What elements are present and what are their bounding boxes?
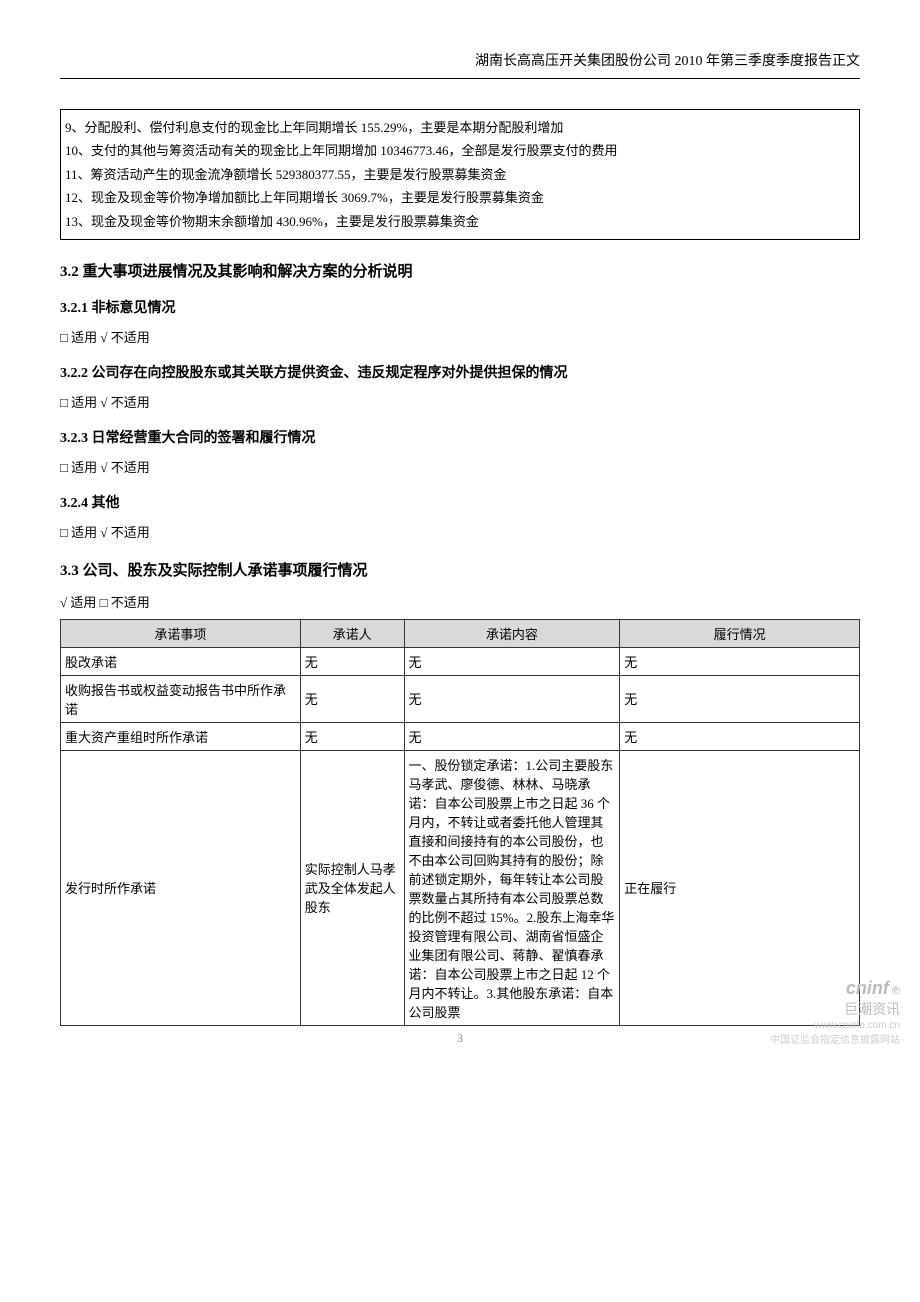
table-row: 发行时所作承诺 实际控制人马孝武及全体发起人股东 一、股份锁定承诺：1.公司主要… bbox=[61, 750, 860, 1025]
box-line: 11、筹资活动产生的现金流净额增长 529380377.55，主要是发行股票募集… bbox=[65, 163, 855, 186]
table-cell: 无 bbox=[620, 647, 860, 675]
watermark-url: www.cninfo.com.cn bbox=[814, 1020, 900, 1031]
box-line: 13、现金及现金等价物期末余额增加 430.96%，主要是发行股票募集资金 bbox=[65, 210, 855, 233]
box-line: 10、支付的其他与筹资活动有关的现金比上年同期增加 10346773.46，全部… bbox=[65, 139, 855, 162]
table-cell: 一、股份锁定承诺：1.公司主要股东马孝武、廖俊德、林林、马晓承诺：自本公司股票上… bbox=[404, 750, 620, 1025]
table-cell: 无 bbox=[620, 722, 860, 750]
section-3-2-4-title: 3.2.4 其他 bbox=[60, 492, 860, 512]
page-number: 3 bbox=[457, 1031, 463, 1046]
table-cell: 无 bbox=[404, 647, 620, 675]
section-3-2-title: 3.2 重大事项进展情况及其影响和解决方案的分析说明 bbox=[60, 260, 860, 281]
watermark-logo-icon: ℗ bbox=[892, 985, 900, 997]
watermark: cninf ℗ 巨潮资讯 www.cninfo.com.cn 中国证监会指定信息… bbox=[770, 978, 900, 1046]
box-line: 9、分配股利、偿付利息支付的现金比上年同期增长 155.29%，主要是本期分配股… bbox=[65, 116, 855, 139]
section-3-2-2-title: 3.2.2 公司存在向控股股东或其关联方提供资金、违反规定程序对外提供担保的情况 bbox=[60, 362, 860, 382]
section-3-3-title: 3.3 公司、股东及实际控制人承诺事项履行情况 bbox=[60, 559, 860, 580]
applicable-status: □ 适用 √ 不适用 bbox=[60, 392, 860, 411]
analysis-box: 9、分配股利、偿付利息支付的现金比上年同期增长 155.29%，主要是本期分配股… bbox=[60, 109, 860, 240]
table-cell: 重大资产重组时所作承诺 bbox=[61, 722, 301, 750]
table-row: 收购报告书或权益变动报告书中所作承诺 无 无 无 bbox=[61, 675, 860, 722]
applicable-status: √ 适用 □ 不适用 bbox=[60, 592, 860, 611]
box-line: 12、现金及现金等价物净增加额比上年同期增长 3069.7%，主要是发行股票募集… bbox=[65, 186, 855, 209]
table-cell: 无 bbox=[300, 675, 404, 722]
table-cell: 无 bbox=[404, 722, 620, 750]
applicable-status: □ 适用 √ 不适用 bbox=[60, 457, 860, 476]
section-3-2-1-title: 3.2.1 非标意见情况 bbox=[60, 297, 860, 317]
table-header: 履行情况 bbox=[620, 619, 860, 647]
table-header-row: 承诺事项 承诺人 承诺内容 履行情况 bbox=[61, 619, 860, 647]
table-cell: 无 bbox=[300, 647, 404, 675]
table-cell: 无 bbox=[404, 675, 620, 722]
table-row: 股改承诺 无 无 无 bbox=[61, 647, 860, 675]
section-3-2-3-title: 3.2.3 日常经营重大合同的签署和履行情况 bbox=[60, 427, 860, 447]
table-cell: 股改承诺 bbox=[61, 647, 301, 675]
watermark-chinese: 巨潮资讯 bbox=[844, 1001, 900, 1017]
watermark-logo-text: cninf bbox=[846, 978, 889, 998]
watermark-desc: 中国证监会指定信息披露网站 bbox=[770, 1035, 900, 1046]
table-cell: 无 bbox=[620, 675, 860, 722]
commitments-table: 承诺事项 承诺人 承诺内容 履行情况 股改承诺 无 无 无 收购报告书或权益变动… bbox=[60, 619, 860, 1026]
table-cell: 收购报告书或权益变动报告书中所作承诺 bbox=[61, 675, 301, 722]
table-header: 承诺人 bbox=[300, 619, 404, 647]
applicable-status: □ 适用 √ 不适用 bbox=[60, 327, 860, 346]
table-header: 承诺事项 bbox=[61, 619, 301, 647]
applicable-status: □ 适用 √ 不适用 bbox=[60, 522, 860, 541]
table-row: 重大资产重组时所作承诺 无 无 无 bbox=[61, 722, 860, 750]
table-header: 承诺内容 bbox=[404, 619, 620, 647]
table-cell: 实际控制人马孝武及全体发起人股东 bbox=[300, 750, 404, 1025]
document-header: 湖南长高高压开关集团股份公司 2010 年第三季度季度报告正文 bbox=[60, 50, 860, 79]
table-cell: 无 bbox=[300, 722, 404, 750]
table-cell: 发行时所作承诺 bbox=[61, 750, 301, 1025]
